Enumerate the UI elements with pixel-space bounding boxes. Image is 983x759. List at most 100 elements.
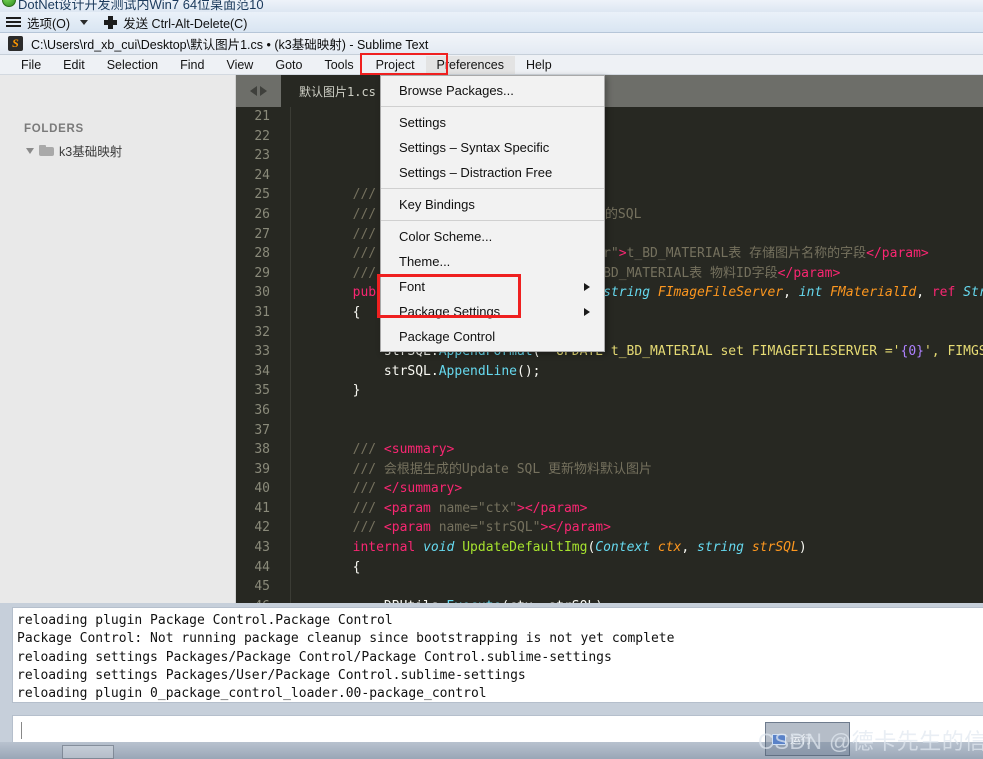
menu-selection[interactable]: Selection (96, 56, 169, 74)
indent-guide (290, 361, 291, 382)
code-token: , (783, 285, 799, 301)
menu-icon[interactable] (6, 16, 21, 28)
menu-edit[interactable]: Edit (52, 56, 96, 74)
taskbar-item-label: 运行 (790, 734, 812, 746)
menu-item-color-scheme[interactable]: Color Scheme... (381, 224, 604, 249)
console-line: reloading settings Packages/Package Cont… (17, 649, 612, 665)
indent-guide (290, 479, 291, 499)
code-line[interactable]: 40 /// </summary> (236, 479, 983, 499)
chevron-down-icon[interactable] (80, 19, 89, 25)
code-line[interactable]: 31 { (236, 302, 983, 323)
menu-item-font[interactable]: Font (381, 274, 604, 299)
code-line[interactable]: 25 /// <summary> (236, 185, 983, 205)
session-status-icon (2, 0, 16, 7)
taskbar-button[interactable] (62, 745, 114, 759)
rdp-options-label[interactable]: 选项(O) (27, 13, 70, 32)
tab-nav-arrows[interactable] (236, 75, 281, 107)
code-line[interactable]: 32 (236, 322, 983, 343)
code-token: <param (383, 520, 439, 536)
code-line[interactable]: 21 (236, 107, 983, 127)
code-line[interactable]: 35 } (236, 381, 983, 401)
line-number: 36 (254, 402, 270, 418)
menu-find[interactable]: Find (169, 56, 215, 74)
code-line[interactable]: 44 { (236, 557, 983, 578)
menubar: File Edit Selection Find View Goto Tools Projec… (0, 55, 983, 75)
code-line[interactable]: 26 /// 上传图片并生成更新对应物料默认图片的SQL (236, 204, 983, 225)
code-token: /// (290, 246, 384, 262)
menu-tools[interactable]: Tools (313, 56, 364, 74)
indent-guide (290, 577, 291, 597)
menu-project[interactable]: Project (365, 56, 426, 74)
code-token: ) (798, 540, 807, 556)
line-number: 41 (254, 500, 270, 516)
code-line[interactable]: 37 (236, 420, 983, 441)
menu-view[interactable]: View (215, 56, 264, 74)
code-line[interactable]: 29 /// <param name="FMaterialId">t_BD_MA… (236, 263, 983, 284)
code-token: > (618, 246, 627, 262)
console-line: Package Control: Not running package cle… (17, 631, 675, 647)
menu-label: Edit (63, 57, 85, 72)
line-content: internal void UpdateDefaultImg(Context c… (280, 538, 807, 558)
code-area[interactable]: 21222324 25 /// <summary>26 /// 上传图片并生成更新… (236, 107, 983, 636)
rdp-send-label[interactable]: 发送 Ctrl-Alt-Delete(C) (123, 13, 247, 32)
menu-file[interactable]: File (10, 56, 52, 74)
indent-guide (290, 263, 291, 284)
menu-preferences[interactable]: Preferences (425, 55, 515, 74)
chevron-down-icon[interactable] (26, 147, 34, 154)
chevron-left-icon[interactable] (250, 86, 257, 96)
code-line[interactable]: 22 (236, 126, 983, 147)
code-token: </param> (524, 500, 588, 516)
menu-item-package-settings[interactable]: Package Settings (381, 299, 604, 324)
chevron-right-icon[interactable] (260, 86, 267, 96)
indent-guide (290, 302, 291, 323)
menu-item-settings-syntax-specific[interactable]: Settings – Syntax Specific (381, 135, 604, 160)
send-keys-icon[interactable] (104, 15, 118, 29)
code-line[interactable]: 27 /// </summary> (236, 224, 983, 245)
code-token: {0} (900, 344, 924, 360)
sidebar-item-folder[interactable]: k3基础映射 (0, 135, 235, 160)
menu-item-key-bindings[interactable]: Key Bindings (381, 192, 604, 217)
line-number: 38 (254, 442, 270, 458)
rdp-session-title: DotNet设计开发测试内Win7 64位桌面范10 (18, 0, 264, 12)
code-line[interactable]: 41 /// <param name="ctx"></param> (236, 498, 983, 519)
code-token: </param> (777, 265, 841, 281)
text-caret (21, 722, 22, 739)
menu-help[interactable]: Help (515, 56, 563, 74)
code-line[interactable]: 33 strSQL.AppendFormat(" UPDATE t_BD_MAT… (236, 342, 983, 362)
code-line[interactable]: 30 public void UpdateDefaultImgSQL(strin… (236, 283, 983, 303)
menu-item-theme[interactable]: Theme... (381, 249, 604, 274)
code-line[interactable]: 24 (236, 165, 983, 186)
code-line[interactable]: 42 /// <param name="strSQL"></param> (236, 518, 983, 539)
menu-item-label: Theme... (399, 254, 451, 269)
code-line[interactable]: 23 (236, 146, 983, 166)
sidebar-header: FOLDERS (24, 123, 84, 135)
code-line[interactable]: 39 /// 会根据生成的Update SQL 更新物料默认图片 (236, 459, 983, 480)
code-line[interactable]: 36 (236, 400, 983, 421)
menu-item-package-control[interactable]: Package Control (381, 324, 604, 349)
preferences-dropdown-menu[interactable]: Browse Packages... Settings Settings – Syn… (380, 75, 605, 352)
taskbar-item-run[interactable]: 运行 (765, 722, 850, 756)
code-token: } (290, 383, 361, 399)
code-token: name="strSQL" (438, 520, 541, 536)
code-token: strSQL (290, 363, 431, 379)
code-line[interactable]: 28 /// <param name="FImageFileServer">t_… (236, 244, 983, 264)
code-line[interactable]: 34 strSQL.AppendLine(); (236, 361, 983, 382)
code-line[interactable]: 38 /// <summary> (236, 440, 983, 460)
indent-guide (290, 440, 291, 460)
menu-item-label: Package Control (399, 329, 496, 344)
menu-separator (381, 106, 604, 107)
code-line[interactable]: 45 (236, 577, 983, 597)
menu-item-settings-distraction-free[interactable]: Settings – Distraction Free (381, 160, 604, 185)
menu-label: File (21, 57, 42, 72)
line-number: 24 (254, 167, 270, 183)
menu-item-settings[interactable]: Settings (381, 110, 604, 135)
menu-goto[interactable]: Goto (264, 56, 313, 74)
indent-guide (290, 224, 291, 245)
code-token: . (430, 363, 439, 379)
menu-item-browse-packages[interactable]: Browse Packages... (381, 78, 604, 103)
code-token: <summary> (383, 442, 455, 458)
line-content: strSQL.AppendLine(); (280, 361, 540, 382)
code-line[interactable]: 43 internal void UpdateDefaultImg(Contex… (236, 538, 983, 558)
line-content: { (280, 557, 360, 578)
